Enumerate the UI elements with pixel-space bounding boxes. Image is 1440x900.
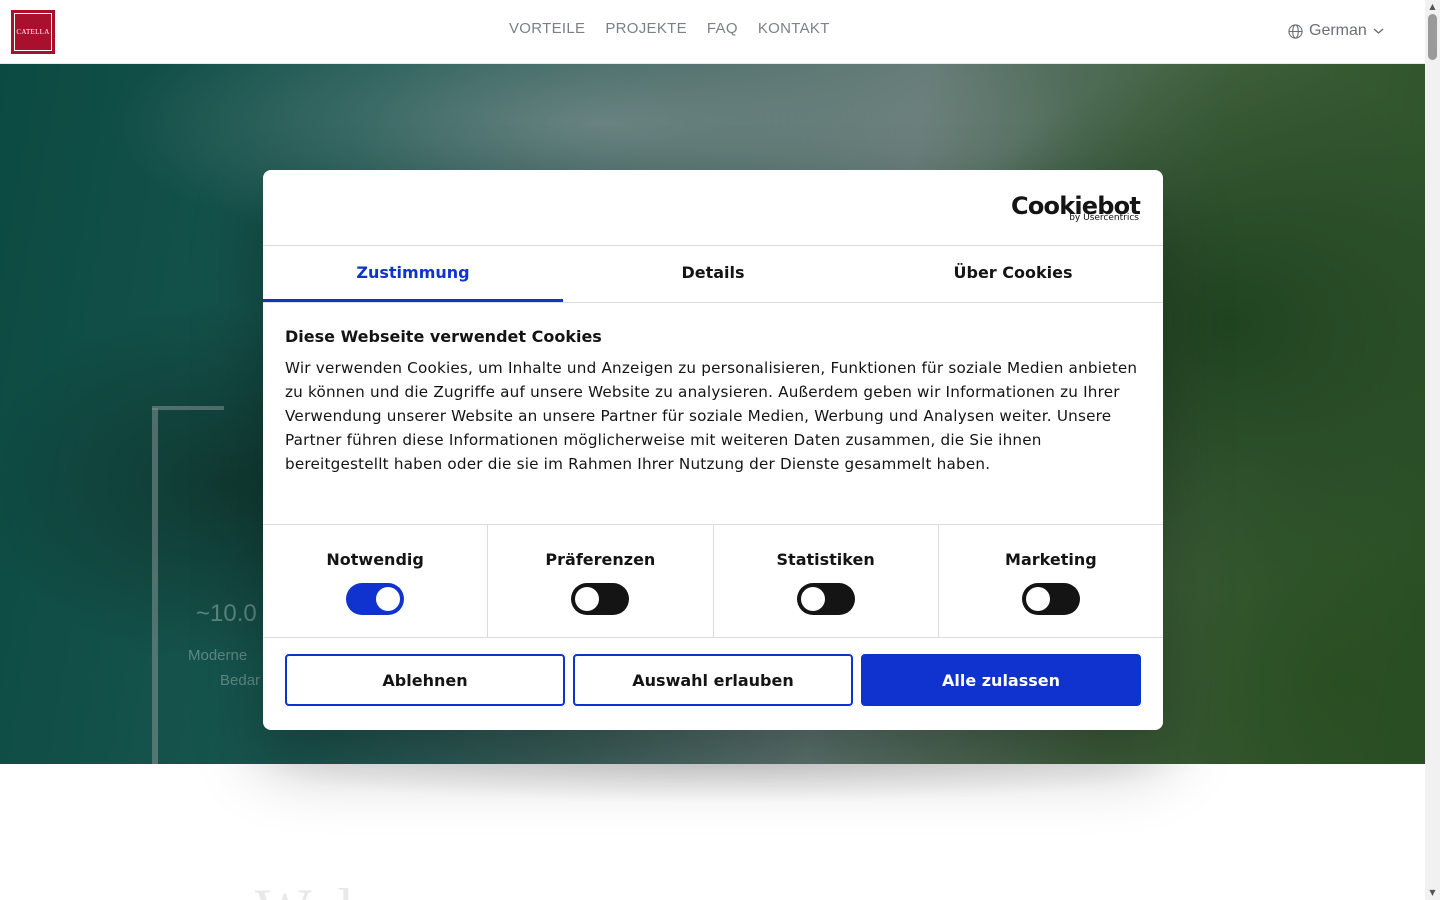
- scroll-down-arrow-icon[interactable]: ▼: [1428, 889, 1437, 897]
- page-scrollbar[interactable]: ▲ ▼: [1425, 0, 1440, 900]
- toggle-knob: [800, 587, 825, 611]
- scroll-up-arrow-icon[interactable]: ▲: [1428, 3, 1437, 11]
- consent-categories: Notwendig Präferenzen Statistiken Market…: [263, 525, 1163, 638]
- nav-projekte[interactable]: PROJEKTE: [605, 20, 687, 37]
- toggle-knob: [1025, 587, 1050, 611]
- decline-button[interactable]: Ablehnen: [285, 654, 565, 706]
- section-shadow: [230, 764, 1210, 804]
- chevron-down-icon: [1373, 28, 1384, 34]
- consent-tabs: Zustimmung Details Über Cookies: [263, 246, 1163, 303]
- scroll-thumb[interactable]: [1428, 14, 1437, 60]
- consent-heading: Diese Webseite verwendet Cookies: [285, 327, 602, 346]
- statistiken-toggle[interactable]: [796, 583, 855, 615]
- catella-logo[interactable]: CATELLA: [11, 10, 55, 54]
- category-label: Marketing: [1005, 550, 1097, 569]
- welcome-heading: Wel: [255, 876, 356, 900]
- hero-number: ~10.0: [196, 600, 257, 627]
- consent-actions: Ablehnen Auswahl erlauben Alle zulassen: [263, 638, 1163, 722]
- toggle-knob: [376, 587, 401, 611]
- cookie-consent-dialog: Cookiebot by Usercentrics Zustimmung Det…: [263, 170, 1163, 730]
- nav-kontakt[interactable]: KONTAKT: [758, 20, 830, 37]
- category-label: Notwendig: [326, 550, 424, 569]
- cookiebot-byline: by Usercentrics: [1069, 213, 1139, 223]
- tab-zustimmung[interactable]: Zustimmung: [263, 246, 563, 302]
- language-label: German: [1309, 22, 1367, 39]
- hero-line-2: Bedar: [220, 672, 261, 689]
- category-praeferenzen: Präferenzen: [488, 525, 714, 637]
- consent-body: Diese Webseite verwendet Cookies Wir ver…: [263, 303, 1163, 525]
- hero-line-1: Moderne: [188, 647, 248, 664]
- praeferenzen-toggle[interactable]: [571, 583, 630, 615]
- notwendig-toggle[interactable]: [346, 583, 405, 615]
- main-nav: VORTEILE PROJEKTE FAQ KONTAKT: [509, 20, 830, 37]
- tab-details[interactable]: Details: [563, 246, 863, 302]
- category-notwendig: Notwendig: [263, 525, 489, 637]
- consent-text: Wir verwenden Cookies, um Inhalte und An…: [285, 359, 1138, 473]
- site-header: CATELLA VORTEILE PROJEKTE FAQ KONTAKT Ge…: [0, 0, 1425, 64]
- category-label: Präferenzen: [545, 550, 656, 569]
- category-statistiken: Statistiken: [714, 525, 939, 637]
- cookiebot-brand: Cookiebot by Usercentrics: [263, 170, 1163, 246]
- logo-text: CATELLA: [16, 28, 50, 36]
- category-label: Statistiken: [776, 550, 875, 569]
- marketing-toggle[interactable]: [1021, 583, 1080, 615]
- allow-all-button[interactable]: Alle zulassen: [861, 654, 1141, 706]
- language-selector[interactable]: German: [1288, 22, 1384, 40]
- nav-faq[interactable]: FAQ: [707, 20, 738, 37]
- toggle-knob: [575, 587, 600, 611]
- nav-vorteile[interactable]: VORTEILE: [509, 20, 585, 37]
- tab-ueber-cookies[interactable]: Über Cookies: [863, 246, 1163, 302]
- category-marketing: Marketing: [939, 525, 1163, 637]
- globe-icon: [1288, 23, 1303, 39]
- allow-selection-button[interactable]: Auswahl erlauben: [573, 654, 853, 706]
